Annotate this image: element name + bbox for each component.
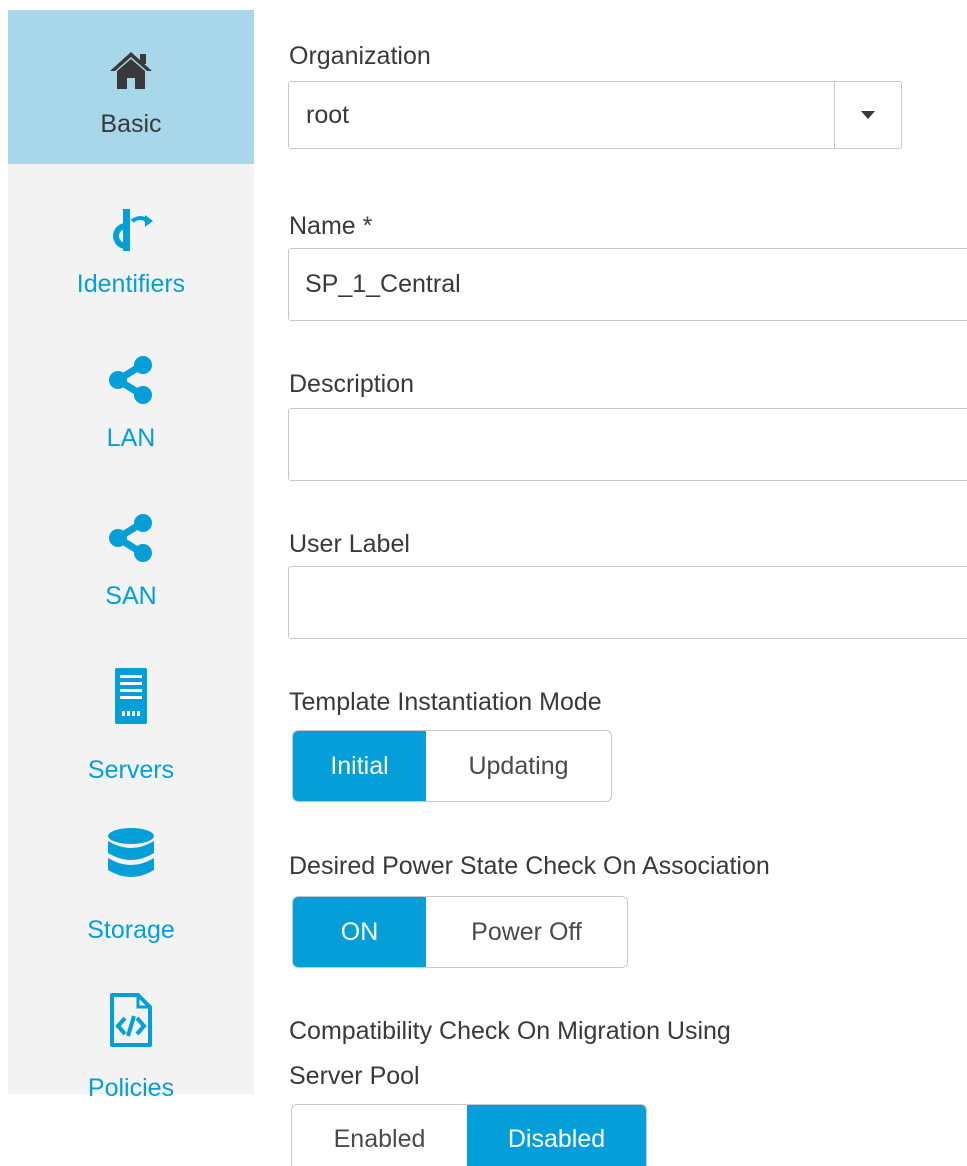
name-label: Name * <box>289 212 373 240</box>
sidebar-item-label: Storage <box>87 916 175 944</box>
template-mode-updating-button[interactable]: Updating <box>426 731 611 801</box>
template-mode-toggle: Initial Updating <box>292 730 612 802</box>
chevron-down-icon[interactable] <box>834 82 901 148</box>
sidebar-item-label: Identifiers <box>76 270 186 298</box>
compat-check-label-line2: Server Pool <box>289 1062 420 1090</box>
compat-check-toggle: Enabled Disabled <box>291 1104 647 1166</box>
power-state-toggle: ON Power Off <box>292 896 628 968</box>
name-input[interactable] <box>288 248 967 321</box>
user-label-input[interactable] <box>288 566 967 639</box>
template-mode-label: Template Instantiation Mode <box>289 688 602 716</box>
home-icon <box>8 40 254 100</box>
compat-check-label-line1: Compatibility Check On Migration Using <box>289 1017 731 1045</box>
database-icon <box>8 826 254 886</box>
sidebar-item-label: Policies <box>87 1074 175 1102</box>
power-state-off-button[interactable]: Power Off <box>426 897 627 967</box>
sidebar-item-basic[interactable]: Basic <box>8 10 254 164</box>
sidebar-item-label: LAN <box>106 424 156 452</box>
server-icon <box>8 666 254 726</box>
sidebar-item-lan[interactable]: LAN <box>8 330 254 484</box>
service-profile-form-page: Basic Identifiers LAN SAN Servers Storag… <box>0 0 967 1166</box>
power-state-label: Desired Power State Check On Association <box>289 852 770 880</box>
power-state-on-button[interactable]: ON <box>293 897 426 967</box>
sidebar-item-storage[interactable]: Storage <box>8 806 254 960</box>
organization-label: Organization <box>289 42 431 70</box>
sidebar-item-identifiers[interactable]: Identifiers <box>8 170 254 324</box>
sidebar-item-servers[interactable]: Servers <box>8 646 254 800</box>
sidebar-item-label: Servers <box>87 756 175 784</box>
template-mode-initial-button[interactable]: Initial <box>293 731 426 801</box>
compat-check-enabled-button[interactable]: Enabled <box>292 1105 467 1166</box>
sidebar-item-label: Basic <box>100 110 162 138</box>
compat-check-disabled-button[interactable]: Disabled <box>467 1105 646 1166</box>
organization-select-value: root <box>306 101 350 129</box>
sidebar-item-policies[interactable]: Policies <box>8 966 254 1120</box>
user-label-label: User Label <box>289 530 410 558</box>
identifiers-icon <box>8 200 254 260</box>
share-icon <box>8 350 254 410</box>
description-input[interactable] <box>288 408 967 481</box>
description-label: Description <box>289 370 415 398</box>
sidebar-nav: Basic Identifiers LAN SAN Servers Storag… <box>8 10 254 1102</box>
share-icon <box>8 508 254 568</box>
sidebar-item-label: SAN <box>105 582 157 610</box>
code-file-icon <box>8 990 254 1050</box>
sidebar-item-san[interactable]: SAN <box>8 488 254 642</box>
organization-select[interactable]: root <box>288 81 902 149</box>
